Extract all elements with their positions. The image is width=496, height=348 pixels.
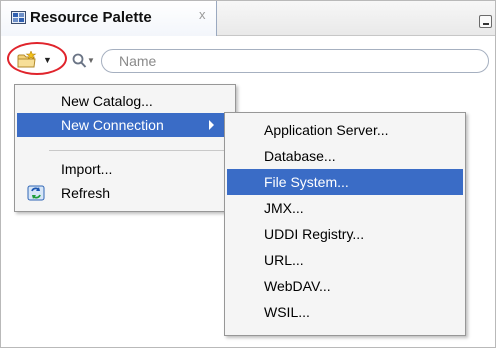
magnifier-icon: [72, 53, 87, 72]
search-options-button[interactable]: ▼: [72, 53, 100, 71]
submenu-item-file-system[interactable]: File System...: [227, 169, 463, 195]
submenu-item-label: File System...: [264, 174, 349, 190]
submenu-item-url[interactable]: URL...: [227, 247, 463, 273]
resource-palette-icon: [11, 11, 26, 24]
chevron-down-icon[interactable]: ▼: [43, 55, 52, 65]
submenu-item-label: URL...: [264, 252, 304, 268]
submenu-item-webdav[interactable]: WebDAV...: [227, 273, 463, 299]
menu-item-label: Import...: [61, 161, 113, 177]
tab-resource-palette[interactable]: Resource Palette x: [1, 1, 217, 36]
panel-title: Resource Palette: [30, 9, 152, 26]
submenu-arrow-icon: [209, 120, 214, 130]
submenu-item-wsil[interactable]: WSIL...: [227, 299, 463, 325]
menu-separator: [49, 150, 231, 151]
submenu-item-label: Application Server...: [264, 122, 389, 138]
submenu-item-database[interactable]: Database...: [227, 143, 463, 169]
menu-item-label: Refresh: [61, 185, 111, 201]
folder-new-icon: [17, 50, 37, 69]
search-dropdown-icon[interactable]: ▼: [87, 56, 95, 65]
search-field[interactable]: [101, 49, 489, 73]
submenu-item-uddi-registry[interactable]: UDDI Registry...: [227, 221, 463, 247]
new-dropdown-menu: New Catalog... New Connection Import... …: [14, 84, 236, 212]
menu-item-label: New Catalog...: [61, 93, 153, 109]
submenu-item-label: UDDI Registry...: [264, 226, 365, 242]
submenu-item-label: WebDAV...: [264, 278, 331, 294]
menu-item-label: New Connection: [61, 117, 164, 133]
submenu-item-label: WSIL...: [264, 304, 310, 320]
new-connection-submenu: Application Server... Database... File S…: [224, 112, 466, 336]
submenu-item-jmx[interactable]: JMX...: [227, 195, 463, 221]
submenu-item-label: JMX...: [264, 200, 304, 216]
refresh-icon: [27, 185, 45, 201]
tab-bar: Resource Palette x: [1, 1, 495, 36]
minimize-icon[interactable]: [479, 15, 492, 28]
close-icon[interactable]: x: [199, 7, 206, 22]
toolbar: ▼ ▼: [1, 37, 495, 87]
menu-item-new-catalog[interactable]: New Catalog...: [17, 89, 233, 113]
submenu-item-label: Database...: [264, 148, 336, 164]
menu-item-refresh[interactable]: Refresh: [17, 181, 233, 205]
menu-item-import[interactable]: Import...: [17, 157, 233, 181]
new-menu-button[interactable]: ▼: [17, 49, 53, 71]
menu-item-new-connection[interactable]: New Connection: [17, 113, 233, 137]
submenu-item-application-server[interactable]: Application Server...: [227, 117, 463, 143]
search-input[interactable]: [119, 53, 449, 69]
